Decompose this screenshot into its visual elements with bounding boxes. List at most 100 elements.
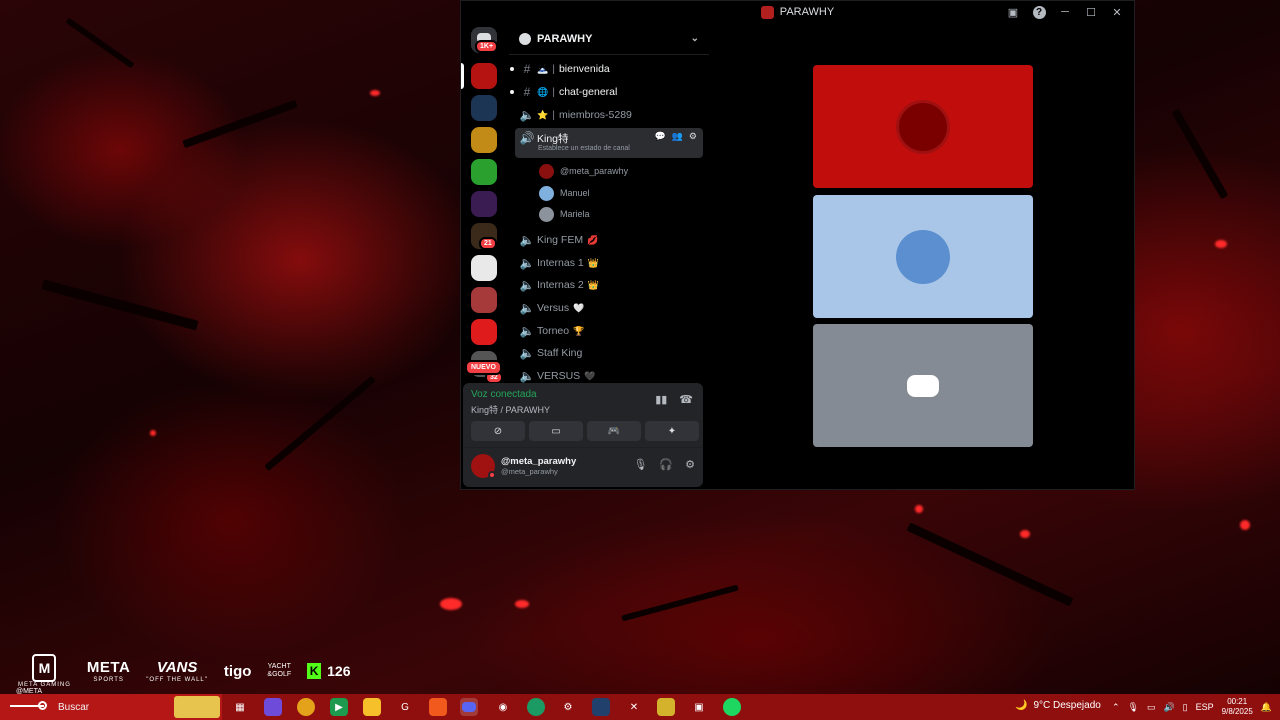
guild-header[interactable]: PARAWHY ⌄	[509, 23, 709, 55]
activity-button[interactable]: 🎮	[587, 421, 641, 441]
app-icon[interactable]	[592, 698, 610, 716]
search-icon	[10, 701, 50, 711]
headphones-icon[interactable]: 🎧	[659, 458, 673, 471]
microphone-icon[interactable]: 🎙	[1128, 702, 1139, 713]
clock[interactable]: 00:21 9/8/2025	[1222, 697, 1253, 716]
obs-icon[interactable]: ◉	[494, 698, 512, 716]
voice-status[interactable]: Voz conectada	[471, 389, 537, 400]
user-name[interactable]: @meta_parawhy	[501, 456, 576, 467]
guild-name: PARAWHY	[537, 32, 593, 45]
channel-label: Staff King	[537, 347, 583, 359]
channel-king-active[interactable]: 🔊 King特 Establece un estado de canal 💬 👥…	[515, 128, 703, 158]
window-title: PARAWHY	[779, 6, 835, 18]
brave-icon[interactable]	[429, 698, 447, 716]
app-icon[interactable]: ▣	[690, 698, 708, 716]
server-icon-2[interactable]	[471, 95, 497, 121]
screen-share-button[interactable]: ▭	[529, 421, 583, 441]
server-icon-5[interactable]	[471, 191, 497, 217]
search-highlight-image	[174, 696, 220, 718]
voice-stage	[711, 23, 1134, 489]
channel-internas-1[interactable]: 🔈 Internas 1 👑	[515, 253, 703, 273]
server-icon-4[interactable]	[471, 159, 497, 185]
discord-taskbar-icon[interactable]	[460, 698, 478, 716]
search-input[interactable]: Buscar	[0, 694, 222, 720]
channel-torneo[interactable]: 🔈 Torneo 🏆	[515, 321, 703, 341]
battery-icon[interactable]: ▯	[1183, 702, 1188, 713]
kick-icon: K	[307, 663, 322, 679]
maximize-button[interactable]: ☐	[1080, 3, 1102, 21]
taskbar: Buscar ▦ ▶ G ◉ ⚙ ✕ ▣ 🌙 9°C Despejado ⌃ 🎙…	[0, 694, 1280, 720]
weather-widget[interactable]: 🌙 9°C Despejado	[1015, 700, 1101, 711]
voice-user[interactable]: Mariela	[539, 204, 590, 224]
voice-location[interactable]: King特 / PARAWHY	[471, 403, 550, 416]
gear-icon[interactable]: ⚙	[685, 458, 695, 471]
minimize-button[interactable]: ─	[1054, 3, 1076, 21]
invite-user-icon[interactable]: 👥	[672, 131, 683, 142]
chevron-up-icon[interactable]: ⌃	[1112, 702, 1120, 713]
participant-tile[interactable]	[813, 195, 1033, 318]
soundboard-button[interactable]: ✦	[645, 421, 699, 441]
language-indicator[interactable]: ESP	[1196, 702, 1214, 712]
vans-logo: VANS "OFF THE WALL"	[146, 659, 208, 683]
server-icon-9[interactable]	[471, 319, 497, 345]
channel-label: King FEM	[537, 234, 584, 246]
network-icon[interactable]: ▭	[1147, 702, 1156, 713]
discord-app-icon	[760, 5, 774, 19]
speaker-icon: 🔈	[519, 324, 535, 338]
microphone-icon[interactable]: 🎙	[633, 458, 647, 471]
voice-user-name: Manuel	[560, 188, 590, 198]
participant-tile[interactable]	[813, 324, 1033, 447]
channel-king-fem[interactable]: 🔈 King FEM 💋	[515, 230, 703, 250]
inbox-icon[interactable]: ▣	[1002, 3, 1024, 21]
user-panel: @meta_parawhy @meta_parawhy 🎙 🎧 ⚙	[463, 447, 703, 487]
speaker-icon: 🔈	[519, 278, 535, 292]
channel-bienvenida[interactable]: # 🗻 | bienvenida	[510, 59, 703, 79]
help-button[interactable]: ?	[1028, 3, 1050, 21]
voice-user[interactable]: @meta_parawhy	[539, 161, 628, 181]
channel-staff-king[interactable]: 🔈 Staff King	[515, 343, 703, 363]
channel-label: King特	[537, 133, 569, 145]
guild-icon	[519, 32, 531, 45]
chrome-icon[interactable]	[297, 698, 315, 716]
capcut-icon[interactable]: ✕	[625, 698, 643, 716]
participant-tile[interactable]	[813, 65, 1033, 188]
app-icon[interactable]	[527, 698, 545, 716]
weather-icon: 🌙	[1015, 700, 1028, 711]
noise-suppression-icon[interactable]: ▮▮	[655, 393, 667, 406]
chat-bubble-icon[interactable]: 💬	[654, 131, 665, 142]
channel-status-prompt[interactable]: Establece un estado de canal	[538, 145, 630, 152]
file-explorer-icon[interactable]	[363, 698, 381, 716]
speaker-icon: 🔈	[519, 346, 535, 360]
channel-emoji: 🖤	[584, 370, 596, 381]
steam-icon[interactable]: ⚙	[559, 698, 577, 716]
server-icon-8[interactable]	[471, 287, 497, 313]
gear-icon[interactable]: ⚙	[689, 131, 697, 142]
channel-miembros[interactable]: 🔈 ⭐ | miembros-5289	[515, 105, 703, 125]
server-icon-7[interactable]	[471, 255, 497, 281]
new-badge: NUEVO	[465, 360, 502, 375]
mentions-badge: 1K+	[475, 40, 499, 53]
server-badge: 21	[479, 237, 497, 250]
channel-versus[interactable]: 🔈 Versus 🤍	[515, 298, 703, 318]
spotify-icon[interactable]	[723, 698, 741, 716]
channel-emoji: 🤍	[573, 302, 585, 313]
app-icon[interactable]	[657, 698, 675, 716]
voice-user[interactable]: Manuel	[539, 183, 590, 203]
brand-strip: M META GAMING META SPORTS VANS "OFF THE …	[18, 654, 351, 688]
copilot-icon[interactable]	[264, 698, 282, 716]
volume-icon[interactable]: 🔊	[1163, 702, 1174, 713]
app-icon[interactable]: ▶	[330, 698, 348, 716]
channel-internas-2[interactable]: 🔈 Internas 2 👑	[515, 275, 703, 295]
notifications-icon[interactable]: 🔔	[1261, 702, 1272, 713]
close-button[interactable]: ✕	[1106, 3, 1128, 21]
app-icon[interactable]: G	[396, 698, 414, 716]
channel-emoji: 🌐	[537, 86, 549, 97]
server-icon-3[interactable]	[471, 127, 497, 153]
task-view-icon[interactable]: ▦	[231, 698, 249, 716]
channel-label: Internas 1	[537, 257, 584, 269]
disconnect-icon[interactable]: ☎	[679, 393, 693, 406]
server-parawhy[interactable]	[471, 63, 497, 89]
camera-off-button[interactable]: ⊘	[471, 421, 525, 441]
voice-user-name: @meta_parawhy	[560, 166, 629, 176]
channel-chat-general[interactable]: # 🌐 | chat-general	[510, 82, 703, 102]
